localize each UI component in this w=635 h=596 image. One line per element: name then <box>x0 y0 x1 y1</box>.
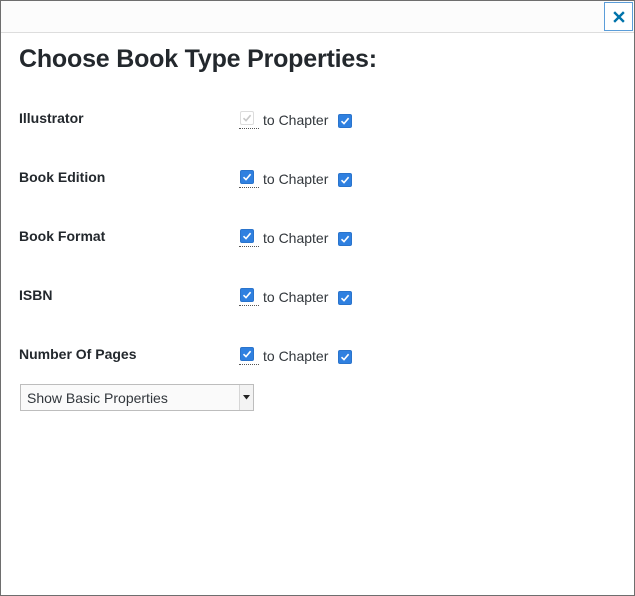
to-chapter-checkbox[interactable] <box>338 173 352 187</box>
checkbox-underline <box>239 305 259 306</box>
checkbox-underline <box>239 246 259 247</box>
to-chapter-label: to Chapter <box>263 348 329 364</box>
property-checkbox[interactable] <box>240 347 254 361</box>
property-row-illustrator: Illustrator to Chapter <box>1 103 634 133</box>
checkbox-underline <box>239 128 259 129</box>
to-chapter-checkbox[interactable] <box>338 291 352 305</box>
property-row-book-format: Book Format to Chapter <box>1 221 634 251</box>
to-chapter-label: to Chapter <box>263 289 329 305</box>
property-row-book-edition: Book Edition to Chapter <box>1 162 634 192</box>
property-label: ISBN <box>19 287 53 303</box>
dialog-title: Choose Book Type Properties: <box>19 45 377 73</box>
to-chapter-checkbox[interactable] <box>338 350 352 364</box>
close-button[interactable] <box>604 2 633 31</box>
book-type-properties-dialog: Choose Book Type Properties: Illustrator… <box>0 0 635 596</box>
checkbox-underline <box>239 187 259 188</box>
property-row-number-of-pages: Number Of Pages to Chapter <box>1 339 634 369</box>
properties-view-select[interactable]: Show Basic Properties <box>20 384 254 411</box>
to-chapter-label: to Chapter <box>263 112 329 128</box>
to-chapter-checkbox[interactable] <box>338 114 352 128</box>
property-checkbox[interactable] <box>240 229 254 243</box>
checkbox-underline <box>239 364 259 365</box>
property-row-isbn: ISBN to Chapter <box>1 280 634 310</box>
to-chapter-label: to Chapter <box>263 171 329 187</box>
to-chapter-label: to Chapter <box>263 230 329 246</box>
property-checkbox[interactable] <box>240 288 254 302</box>
property-label: Number Of Pages <box>19 346 137 362</box>
select-value: Show Basic Properties <box>27 390 168 406</box>
property-checkbox[interactable] <box>240 111 254 125</box>
caret-down-icon <box>239 385 253 410</box>
property-label: Illustrator <box>19 110 84 126</box>
property-label: Book Format <box>19 228 106 244</box>
property-checkbox[interactable] <box>240 170 254 184</box>
dialog-header <box>1 1 634 33</box>
close-icon <box>612 10 625 23</box>
to-chapter-checkbox[interactable] <box>338 232 352 246</box>
property-label: Book Edition <box>19 169 106 185</box>
